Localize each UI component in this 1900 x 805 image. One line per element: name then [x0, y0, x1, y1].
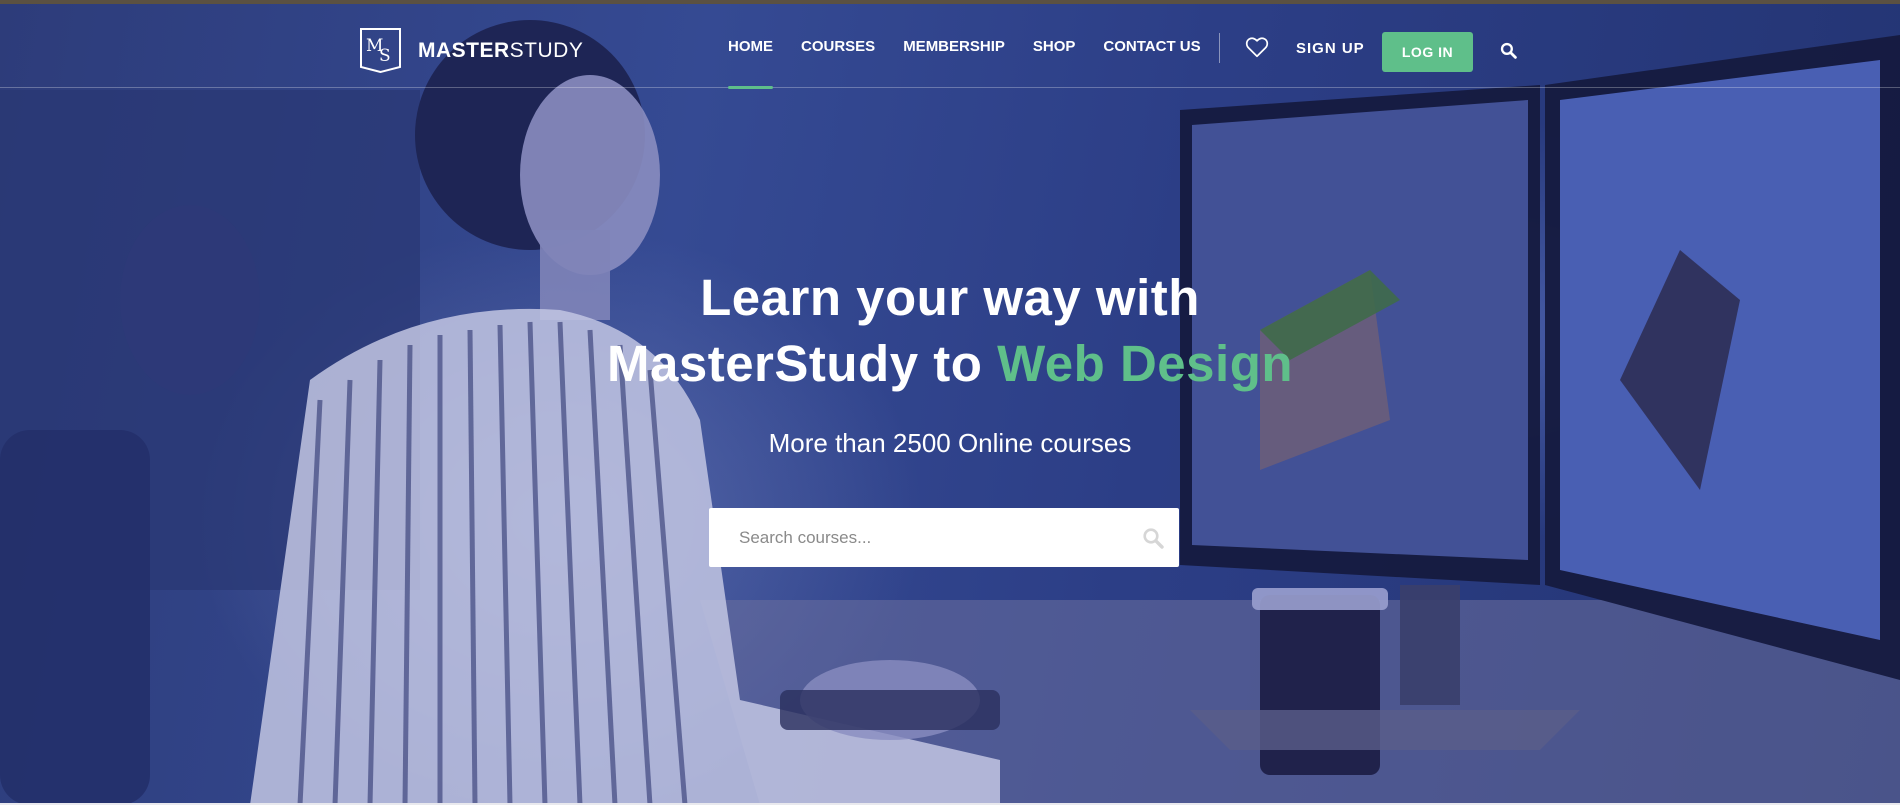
headline-accent: Web Design: [997, 335, 1293, 392]
log-in-button[interactable]: LOG IN: [1382, 32, 1473, 72]
svg-text:S: S: [379, 46, 391, 66]
bg-chair: [0, 430, 150, 805]
main-nav: HOME COURSES MEMBERSHIP SHOP CONTACT US: [728, 4, 1229, 89]
nav-item-membership[interactable]: MEMBERSHIP: [903, 4, 1005, 88]
course-search-box: [709, 508, 1179, 567]
logo-text-bold: MASTER: [418, 38, 510, 62]
headline-line-1: Learn your way with: [700, 269, 1200, 326]
site-header: M S MASTERSTUDY HOME COURSES MEMBERSHIP …: [0, 4, 1900, 89]
hero-section: M S MASTERSTUDY HOME COURSES MEMBERSHIP …: [0, 0, 1900, 805]
nav-item-home[interactable]: HOME: [728, 4, 773, 89]
nav-divider: [1219, 33, 1220, 63]
coffee-lid: [1252, 588, 1388, 610]
nav-item-courses[interactable]: COURSES: [801, 4, 875, 88]
nav-item-contact-us[interactable]: CONTACT US: [1103, 4, 1200, 88]
sign-up-link[interactable]: SIGN UP: [1296, 4, 1365, 92]
monitor-stand: [1400, 585, 1460, 705]
headline-line-2-prefix: MasterStudy to: [607, 335, 983, 392]
keyboard: [780, 690, 1000, 730]
search-icon[interactable]: [1142, 527, 1164, 549]
logo-text-light: STUDY: [509, 38, 584, 62]
nav-item-shop[interactable]: SHOP: [1033, 4, 1076, 88]
hero-headline: Learn your way with MasterStudy to Web D…: [450, 265, 1450, 397]
monitor-base: [1190, 710, 1580, 750]
course-search-input[interactable]: [709, 508, 1109, 567]
hero-subheadline: More than 2500 Online courses: [768, 428, 1132, 458]
hero-background-image: [0, 20, 1900, 805]
logo-wordmark: MASTERSTUDY: [418, 40, 583, 61]
search-icon[interactable]: [1500, 42, 1517, 59]
bg-person-left: [120, 205, 260, 395]
logo-mark-icon: M S: [360, 28, 401, 73]
heart-icon[interactable]: [1244, 34, 1270, 60]
site-logo[interactable]: M S MASTERSTUDY: [359, 26, 583, 74]
